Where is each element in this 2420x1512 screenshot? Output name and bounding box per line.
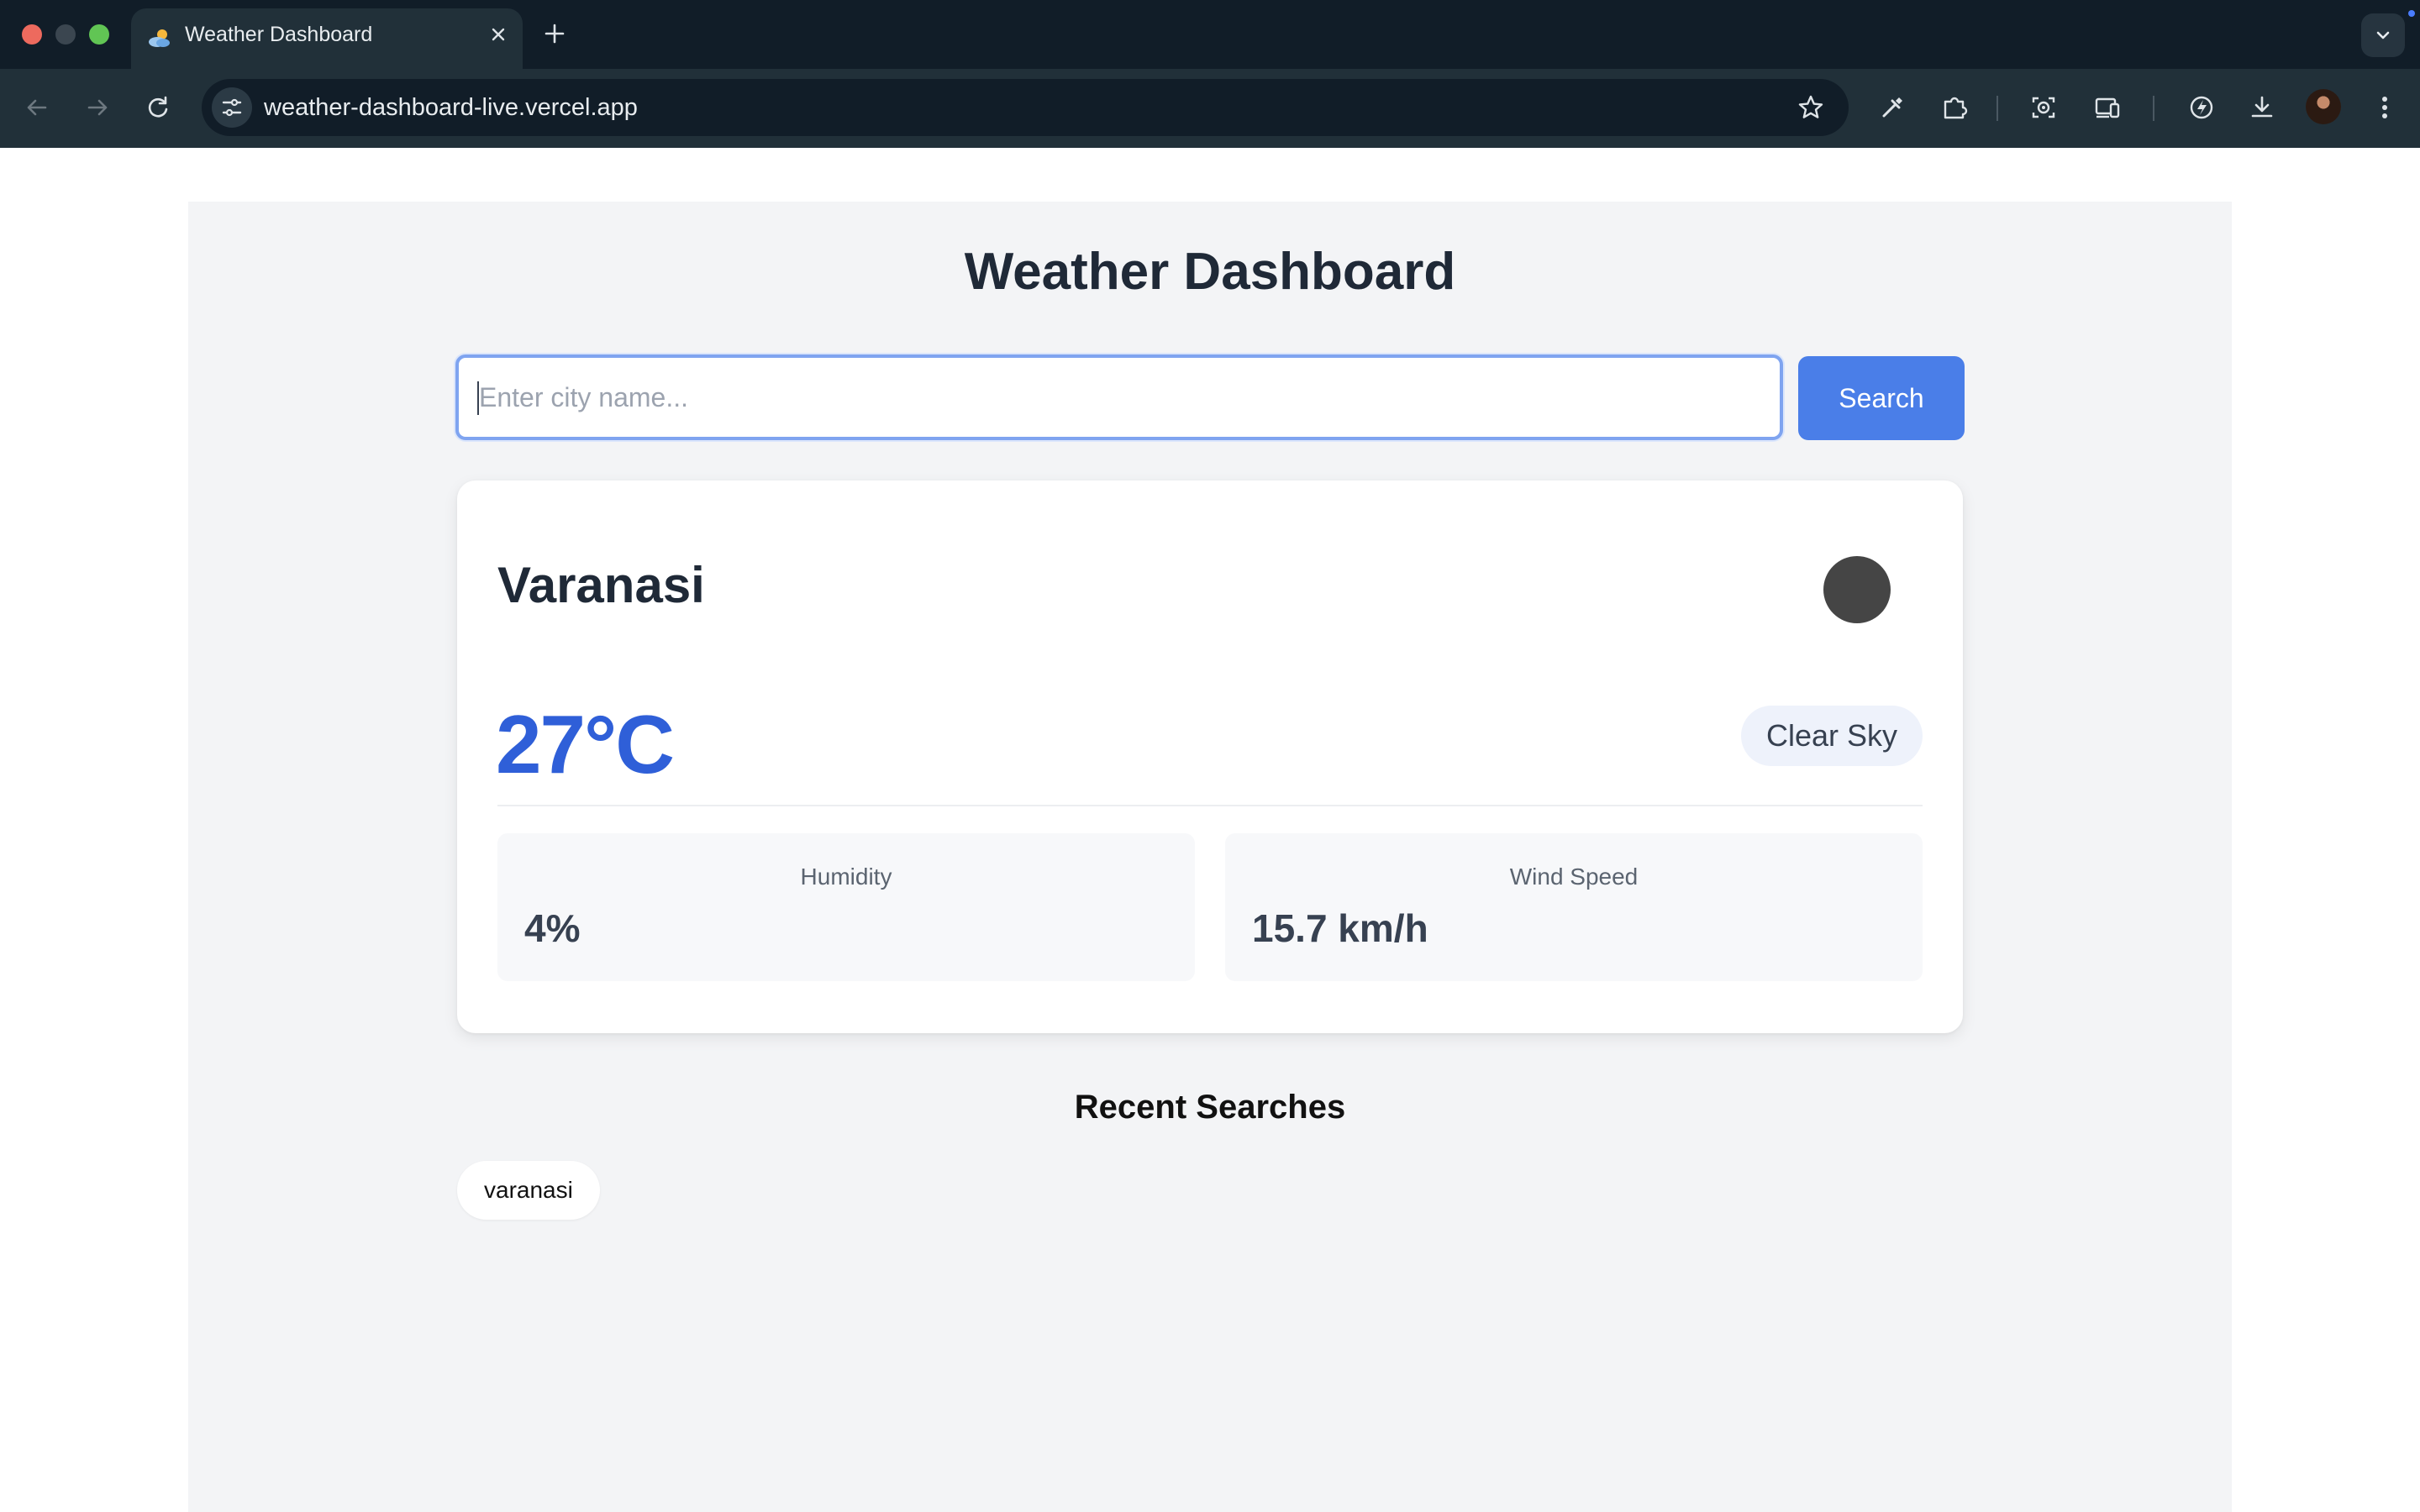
wind-speed-label: Wind Speed [1509,864,1639,890]
address-bar[interactable]: weather-dashboard-live.vercel.app [202,79,1849,136]
city-name: Varanasi [497,557,705,613]
humidity-stat: Humidity 4% [497,833,1195,981]
card-divider [497,805,1923,806]
tab-search-button[interactable] [2361,13,2405,57]
forward-arrow-icon[interactable] [81,91,114,124]
wind-speed-stat: Wind Speed 15.7 km/h [1225,833,1923,981]
profile-avatar[interactable] [2306,89,2341,124]
reload-icon[interactable] [141,91,175,124]
weather-condition-icon [1823,556,1891,623]
screenshot-icon[interactable] [2027,91,2060,124]
zoom-window-button[interactable] [89,24,109,45]
back-arrow-icon[interactable] [20,91,54,124]
close-window-button[interactable] [22,24,42,45]
wind-speed-value: 15.7 km/h [1252,906,1428,950]
humidity-value: 4% [524,906,581,950]
bookmark-star-icon[interactable] [1797,93,1825,122]
weather-card: Varanasi 27°C Clear Sky Humidity 4% Wind… [457,480,1963,1033]
browser-tab[interactable]: Weather Dashboard [131,8,523,69]
browser-toolbar: weather-dashboard-live.vercel.app [0,69,2420,148]
device-toolbar-icon[interactable] [2091,91,2124,124]
eyedropper-icon[interactable] [1876,91,1909,124]
profile-indicator-dot [2408,10,2415,17]
weather-favicon-icon [149,29,170,47]
url-text[interactable]: weather-dashboard-live.vercel.app [264,79,638,136]
city-search-input[interactable] [455,354,1783,440]
tab-title: Weather Dashboard [185,23,373,46]
new-tab-icon[interactable] [541,20,568,47]
humidity-label: Humidity [800,864,892,890]
extensions-puzzle-icon[interactable] [1938,91,1971,124]
temperature-value: 27°C [496,698,675,790]
toolbar-divider [1996,96,1998,121]
more-menu-icon[interactable] [2368,91,2402,124]
minimize-window-button[interactable] [55,24,76,45]
condition-badge: Clear Sky [1740,706,1923,766]
recent-search-chip[interactable]: varanasi [457,1161,600,1220]
text-cursor [477,381,479,415]
chevron-down-icon [2376,31,2390,39]
site-info-icon[interactable] [212,87,252,128]
browser-tab-bar: Weather Dashboard [0,0,2420,69]
search-button[interactable]: Search [1798,356,1965,440]
dashboard-page: Weather Dashboard Search Varanasi 27°C C… [188,202,2232,1512]
toolbar-divider [2153,96,2154,121]
page-title: Weather Dashboard [964,243,1456,301]
download-icon[interactable] [2245,91,2279,124]
performance-icon[interactable] [2185,91,2218,124]
recent-searches-heading: Recent Searches [1074,1089,1346,1126]
close-tab-icon[interactable] [486,22,511,47]
recent-searches-list: varanasi [457,1161,600,1220]
